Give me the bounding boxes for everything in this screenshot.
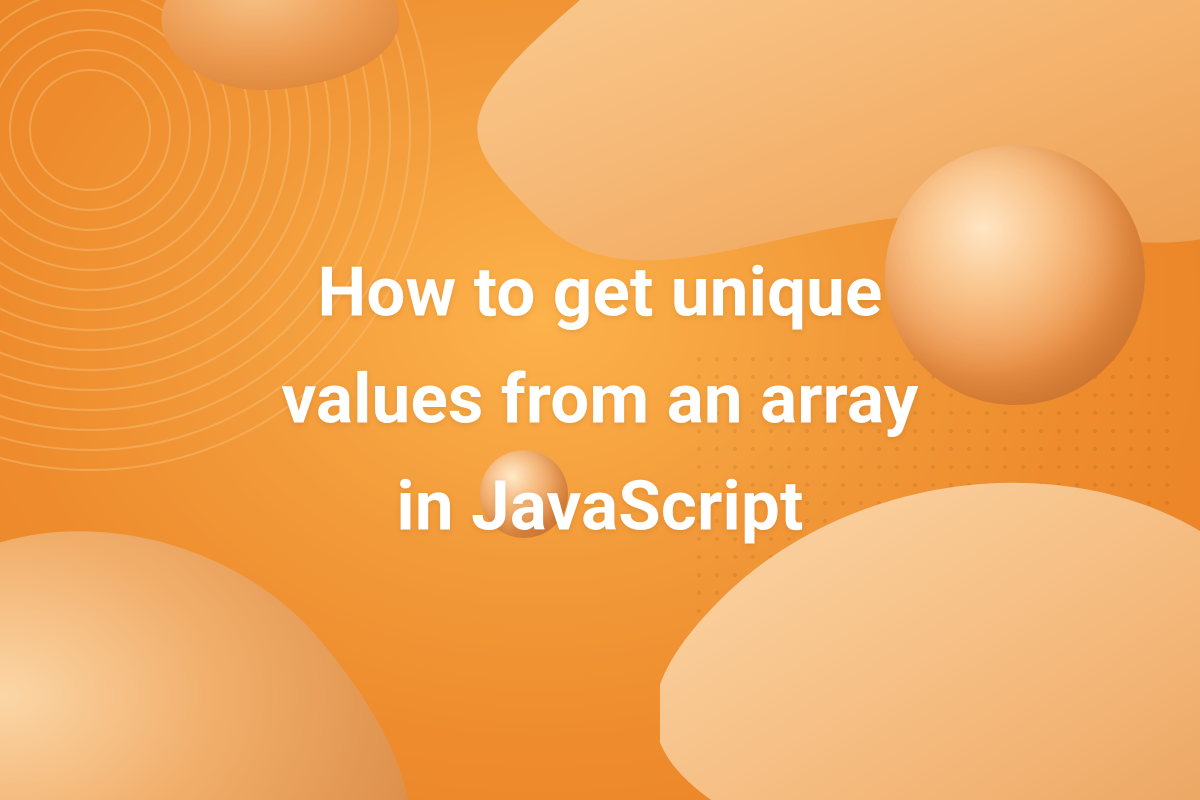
- headline-text: How to get unique values from an array i…: [150, 240, 1050, 561]
- headline-line-2: values from an array: [281, 359, 918, 440]
- blob-top-small: [150, 0, 410, 100]
- headline-line-3: in JavaScript: [396, 465, 803, 546]
- headline-line-1: How to get unique: [317, 252, 882, 333]
- hero-canvas: How to get unique values from an array i…: [0, 0, 1200, 800]
